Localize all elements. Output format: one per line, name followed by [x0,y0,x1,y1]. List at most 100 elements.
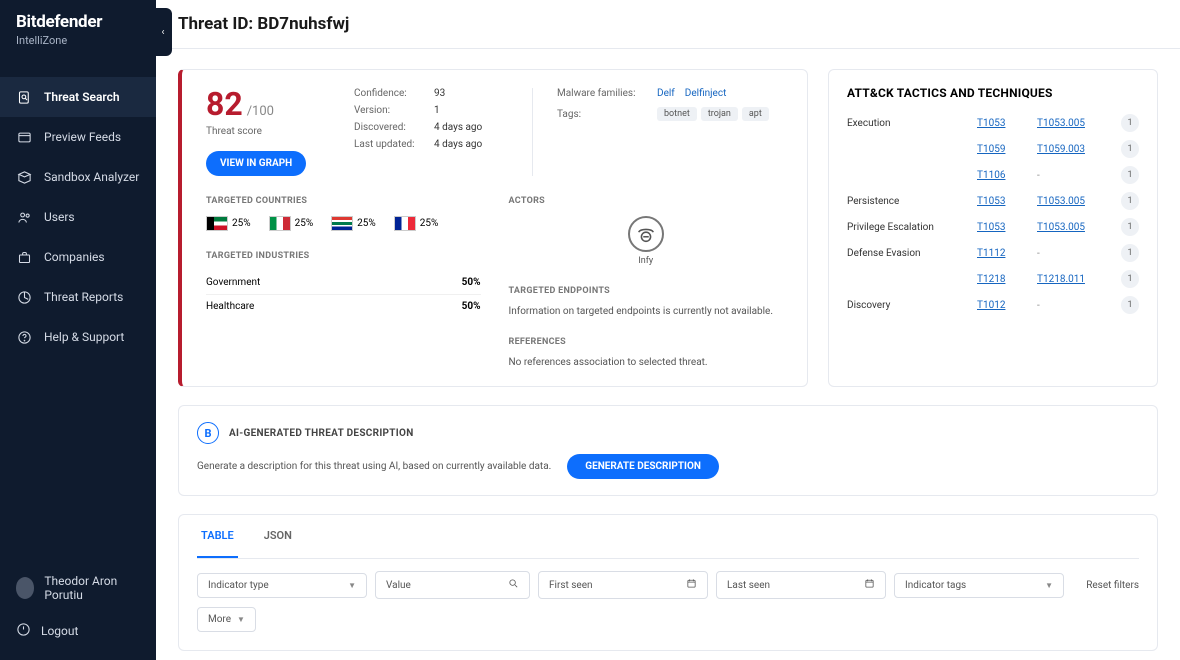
country-pct: 25% [357,218,376,229]
subtechnique-none: - [1037,248,1109,259]
industry-pct: 50% [462,277,481,288]
sidebar-item-companies[interactable]: Companies [0,237,156,277]
logout-button[interactable]: Logout [0,612,156,650]
view-in-graph-button[interactable]: VIEW IN GRAPH [206,151,306,176]
section-heading: REFERENCES [509,337,784,347]
ioc-tabs: TABLE JSON [197,515,1139,559]
sidebar-item-label: Threat Reports [44,290,123,304]
reports-icon [16,289,32,305]
count-badge: 1 [1121,218,1139,236]
attack-row: PersistenceT1053T1053.0051 [847,192,1139,210]
technique-id-link[interactable]: T1053 [977,222,1033,233]
count-badge: 1 [1121,166,1139,184]
references-text: No references association to selected th… [509,357,784,368]
sandbox-icon [16,169,32,185]
flag-icon [331,216,353,231]
sidebar-item-users[interactable]: Users [0,197,156,237]
threat-details: Malware families: Delf Delfinject Tags: … [532,88,783,176]
technique-id-link[interactable]: T1012 [977,300,1033,311]
industry-name: Healthcare [206,301,254,312]
tactic-name: Privilege Escalation [847,222,973,233]
tactic-name: Discovery [847,300,973,311]
malware-family-link[interactable]: Delf [657,88,675,99]
sidebar-item-label: Help & Support [44,330,124,344]
avatar [16,577,34,599]
subtechnique-id-link[interactable]: T1218.011 [1037,274,1109,285]
malware-family-link[interactable]: Delfinject [685,88,727,99]
help-icon [16,329,32,345]
collapse-sidebar-button[interactable]: ‹ [154,8,172,56]
attack-row: T1218 T1218.011 1 [847,270,1139,288]
content: 82 /100 Threat score VIEW IN GRAPH Confi… [156,49,1180,660]
user-profile[interactable]: Theodor Aron Porutiu [0,564,156,612]
more-filters-button[interactable]: More▼ [197,607,256,632]
meta-value: 4 days ago [434,139,482,150]
filter-first-seen[interactable]: First seen [538,571,708,599]
tab-table[interactable]: TABLE [197,515,238,558]
threat-tag: botnet [657,107,697,121]
country-item: 25% [206,216,251,231]
filter-indicator-type[interactable]: Indicator type▼ [197,573,367,598]
sidebar-item-threat-reports[interactable]: Threat Reports [0,277,156,317]
count-badge: 1 [1121,114,1139,132]
count-badge: 1 [1121,270,1139,288]
sidebar-footer: Theodor Aron Porutiu Logout [0,564,156,660]
subtechnique-id-link[interactable]: T1053.005 [1037,118,1109,129]
ai-title: AI-GENERATED THREAT DESCRIPTION [229,428,414,439]
sidebar-item-help-support[interactable]: Help & Support [0,317,156,357]
tactic-name: Defense Evasion [847,248,973,259]
attack-row: T1059 T1059.003 1 [847,140,1139,158]
filter-last-seen[interactable]: Last seen [716,571,886,599]
subtechnique-id-link[interactable]: T1053.005 [1037,222,1109,233]
flag-icon [269,216,291,231]
filter-indicator-tags[interactable]: Indicator tags▼ [894,573,1064,598]
subtechnique-id-link[interactable]: T1053.005 [1037,196,1109,207]
sidebar: Bitdefender IntelliZone ‹ Threat Search … [0,0,156,660]
industry-pct: 50% [462,301,481,312]
top-row: 82 /100 Threat score VIEW IN GRAPH Confi… [178,69,1158,387]
filter-value[interactable]: Value [375,571,530,599]
technique-id-link[interactable]: T1112 [977,248,1033,259]
threat-score-block: 82 /100 Threat score VIEW IN GRAPH [206,88,326,176]
sidebar-item-sandbox-analyzer[interactable]: Sandbox Analyzer [0,157,156,197]
threat-score-value: 82 [206,85,243,123]
detail-label: Tags: [557,109,657,120]
sidebar-item-preview-feeds[interactable]: Preview Feeds [0,117,156,157]
technique-id-link[interactable]: T1053 [977,118,1033,129]
threat-tag: apt [742,107,769,121]
main: Threat ID: BD7nuhsfwj 82 /100 Threat sco… [156,0,1180,660]
attack-tactics-card: ATT&CK TACTICS AND TECHNIQUES ExecutionT… [828,69,1158,387]
actor-icon [628,216,664,252]
industry-row: Government 50% [206,271,481,295]
technique-id-link[interactable]: T1106 [977,170,1033,181]
tab-json[interactable]: JSON [260,515,296,558]
ai-description-card: B AI-GENERATED THREAT DESCRIPTION Genera… [178,405,1158,496]
brand-name: Bitdefender [16,12,140,32]
threat-summary-card: 82 /100 Threat score VIEW IN GRAPH Confi… [178,69,808,387]
logout-icon [16,622,31,640]
nav: Threat Search Preview Feeds Sandbox Anal… [0,77,156,564]
meta-value: 93 [434,88,445,99]
sidebar-item-threat-search[interactable]: Threat Search [0,77,156,117]
threat-meta: Confidence:93 Version:1 Discovered:4 day… [354,88,504,176]
flag-icon [394,216,416,231]
meta-value: 1 [434,105,440,116]
technique-id-link[interactable]: T1218 [977,274,1033,285]
country-pct: 25% [295,218,314,229]
subtechnique-id-link[interactable]: T1059.003 [1037,144,1109,155]
count-badge: 1 [1121,140,1139,158]
technique-id-link[interactable]: T1059 [977,144,1033,155]
section-heading: TARGETED ENDPOINTS [509,286,784,296]
ioc-filters: Indicator type▼ Value First seen Last se… [197,571,1139,599]
actor-item[interactable]: Infy [509,216,784,266]
country-pct: 25% [232,218,251,229]
count-badge: 1 [1121,296,1139,314]
generate-description-button[interactable]: GENERATE DESCRIPTION [567,454,719,479]
sidebar-item-label: Users [44,210,75,224]
page-title: Threat ID: BD7nuhsfwj [178,14,1158,34]
brand: Bitdefender IntelliZone [0,0,156,57]
technique-id-link[interactable]: T1053 [977,196,1033,207]
reset-filters-button[interactable]: Reset filters [1086,580,1139,591]
industry-name: Government [206,277,260,288]
country-item: 25% [394,216,439,231]
